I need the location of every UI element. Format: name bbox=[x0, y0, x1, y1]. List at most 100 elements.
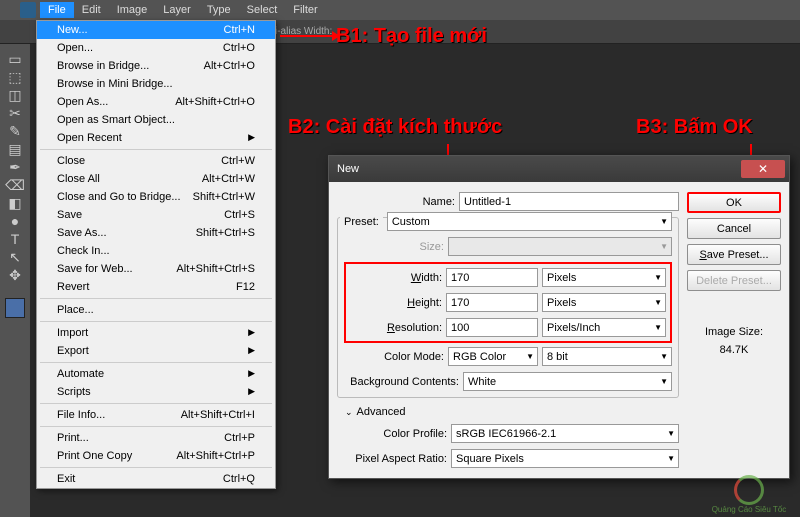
preset-label: Preset: bbox=[340, 216, 383, 228]
menu-file[interactable]: File bbox=[40, 2, 74, 18]
menu-item-exit[interactable]: ExitCtrl+Q bbox=[37, 470, 275, 488]
watermark-logo: Quảng Cáo Siêu Tốc bbox=[704, 475, 794, 511]
annotation-b2: B2: Cài đặt kích thước bbox=[288, 116, 502, 139]
preset-combo[interactable]: Custom▼ bbox=[387, 212, 672, 231]
menu-separator bbox=[40, 298, 272, 299]
height-input[interactable] bbox=[446, 293, 538, 312]
colormode-label: Color Mode: bbox=[344, 351, 444, 363]
dimensions-highlight-box: Width: Pixels▼ Height: Pixels▼ Resolutio… bbox=[344, 262, 672, 343]
tool-icon[interactable]: ▭ bbox=[4, 50, 26, 68]
save-preset-button[interactable]: Save Preset... bbox=[687, 244, 781, 265]
advanced-toggle[interactable]: ⌄ Advanced bbox=[345, 406, 679, 418]
menu-separator bbox=[40, 467, 272, 468]
size-combo: ▼ bbox=[448, 237, 672, 256]
tool-icon[interactable]: ✒ bbox=[4, 158, 26, 176]
menu-edit[interactable]: Edit bbox=[74, 2, 109, 18]
menu-item-import[interactable]: Import▶ bbox=[37, 324, 275, 342]
arrow-b1-head bbox=[332, 31, 340, 41]
menu-item-saveas[interactable]: Save As...Shift+Ctrl+S bbox=[37, 224, 275, 242]
menu-item-browseinminibridge[interactable]: Browse in Mini Bridge... bbox=[37, 75, 275, 93]
pixelaspect-label: Pixel Aspect Ratio: bbox=[337, 453, 447, 465]
resolution-input[interactable] bbox=[446, 318, 538, 337]
bgcontents-combo[interactable]: White▼ bbox=[463, 372, 672, 391]
menu-separator bbox=[40, 149, 272, 150]
app-icon bbox=[20, 2, 36, 18]
image-size-value: 84.7K bbox=[687, 344, 781, 356]
new-document-dialog: New ✕ Name: Preset: Custom▼ Size: ▼ Wid bbox=[328, 155, 790, 479]
image-size-label: Image Size: bbox=[687, 326, 781, 338]
arrow-b1 bbox=[280, 35, 332, 37]
tool-icon[interactable]: T bbox=[4, 230, 26, 248]
menu-item-closeall[interactable]: Close AllAlt+Ctrl+W bbox=[37, 170, 275, 188]
menu-type[interactable]: Type bbox=[199, 2, 239, 18]
menu-item-fileinfo[interactable]: File Info...Alt+Shift+Ctrl+I bbox=[37, 406, 275, 424]
tool-icon[interactable]: ✥ bbox=[4, 266, 26, 284]
advanced-label: Advanced bbox=[357, 406, 406, 418]
menu-item-openas[interactable]: Open As...Alt+Shift+Ctrl+O bbox=[37, 93, 275, 111]
name-label: Name: bbox=[337, 196, 455, 208]
menu-separator bbox=[40, 321, 272, 322]
tool-icon[interactable]: ✎ bbox=[4, 122, 26, 140]
colorprofile-label: Color Profile: bbox=[337, 428, 447, 440]
height-label: Height: bbox=[350, 297, 442, 309]
tool-icon[interactable]: ◧ bbox=[4, 194, 26, 212]
menu-item-openassmartobject[interactable]: Open as Smart Object... bbox=[37, 111, 275, 129]
tool-icon[interactable]: ● bbox=[4, 212, 26, 230]
foreground-color-swatch[interactable] bbox=[5, 298, 25, 318]
resolution-unit-combo[interactable]: Pixels/Inch▼ bbox=[542, 318, 666, 337]
menu-item-automate[interactable]: Automate▶ bbox=[37, 365, 275, 383]
menu-item-export[interactable]: Export▶ bbox=[37, 342, 275, 360]
size-label: Size: bbox=[344, 241, 444, 253]
menu-item-save[interactable]: SaveCtrl+S bbox=[37, 206, 275, 224]
width-label: Width: bbox=[350, 272, 442, 284]
menu-item-close[interactable]: CloseCtrl+W bbox=[37, 152, 275, 170]
tool-icon[interactable]: ⬚ bbox=[4, 68, 26, 86]
menu-item-revert[interactable]: RevertF12 bbox=[37, 278, 275, 296]
menu-separator bbox=[40, 426, 272, 427]
menu-item-open[interactable]: Open...Ctrl+O bbox=[37, 39, 275, 57]
ok-button[interactable]: OK bbox=[687, 192, 781, 213]
height-unit-combo[interactable]: Pixels▼ bbox=[542, 293, 666, 312]
dialog-titlebar[interactable]: New ✕ bbox=[329, 156, 789, 182]
dialog-title: New bbox=[337, 163, 741, 175]
name-input[interactable] bbox=[459, 192, 679, 211]
colormode-combo[interactable]: RGB Color▼ bbox=[448, 347, 538, 366]
menu-item-saveforweb[interactable]: Save for Web...Alt+Shift+Ctrl+S bbox=[37, 260, 275, 278]
chevron-down-icon: ⌄ bbox=[345, 407, 353, 418]
cancel-button[interactable]: Cancel bbox=[687, 218, 781, 239]
tool-icon[interactable]: ✂ bbox=[4, 104, 26, 122]
menu-separator bbox=[40, 403, 272, 404]
menu-item-browseinbridge[interactable]: Browse in Bridge...Alt+Ctrl+O bbox=[37, 57, 275, 75]
menu-item-printonecopy[interactable]: Print One CopyAlt+Shift+Ctrl+P bbox=[37, 447, 275, 465]
menu-select[interactable]: Select bbox=[239, 2, 286, 18]
file-menu-dropdown: New...Ctrl+NOpen...Ctrl+OBrowse in Bridg… bbox=[36, 20, 276, 489]
annotation-b3: B3: Bấm OK bbox=[636, 116, 753, 139]
delete-preset-button: Delete Preset... bbox=[687, 270, 781, 291]
width-unit-combo[interactable]: Pixels▼ bbox=[542, 268, 666, 287]
menu-separator bbox=[40, 362, 272, 363]
menu-item-checkin[interactable]: Check In... bbox=[37, 242, 275, 260]
menu-filter[interactable]: Filter bbox=[285, 2, 325, 18]
tool-icon[interactable]: ▤ bbox=[4, 140, 26, 158]
annotation-b1: B1: Tạo file mới bbox=[336, 25, 487, 48]
bgcontents-label: Background Contents: bbox=[344, 376, 459, 388]
menu-item-new[interactable]: New...Ctrl+N bbox=[37, 21, 275, 39]
menu-image[interactable]: Image bbox=[109, 2, 156, 18]
close-button[interactable]: ✕ bbox=[741, 160, 785, 178]
width-input[interactable] bbox=[446, 268, 538, 287]
menu-item-scripts[interactable]: Scripts▶ bbox=[37, 383, 275, 401]
pixelaspect-combo[interactable]: Square Pixels▼ bbox=[451, 449, 679, 468]
colorprofile-combo[interactable]: sRGB IEC61966-2.1▼ bbox=[451, 424, 679, 443]
main-menubar: FileEditImageLayerTypeSelectFilter bbox=[0, 0, 800, 20]
menu-layer[interactable]: Layer bbox=[155, 2, 199, 18]
menu-item-closeandgotobridge[interactable]: Close and Go to Bridge...Shift+Ctrl+W bbox=[37, 188, 275, 206]
tool-icon[interactable]: ↖ bbox=[4, 248, 26, 266]
menu-item-openrecent[interactable]: Open Recent▶ bbox=[37, 129, 275, 147]
colordepth-combo[interactable]: 8 bit▼ bbox=[542, 347, 672, 366]
tool-palette: ▭⬚◫✂✎▤✒⌫◧●T↖✥ bbox=[0, 44, 30, 517]
menu-item-place[interactable]: Place... bbox=[37, 301, 275, 319]
tool-icon[interactable]: ◫ bbox=[4, 86, 26, 104]
menu-item-print[interactable]: Print...Ctrl+P bbox=[37, 429, 275, 447]
tool-icon[interactable]: ⌫ bbox=[4, 176, 26, 194]
resolution-label: Resolution: bbox=[350, 322, 442, 334]
